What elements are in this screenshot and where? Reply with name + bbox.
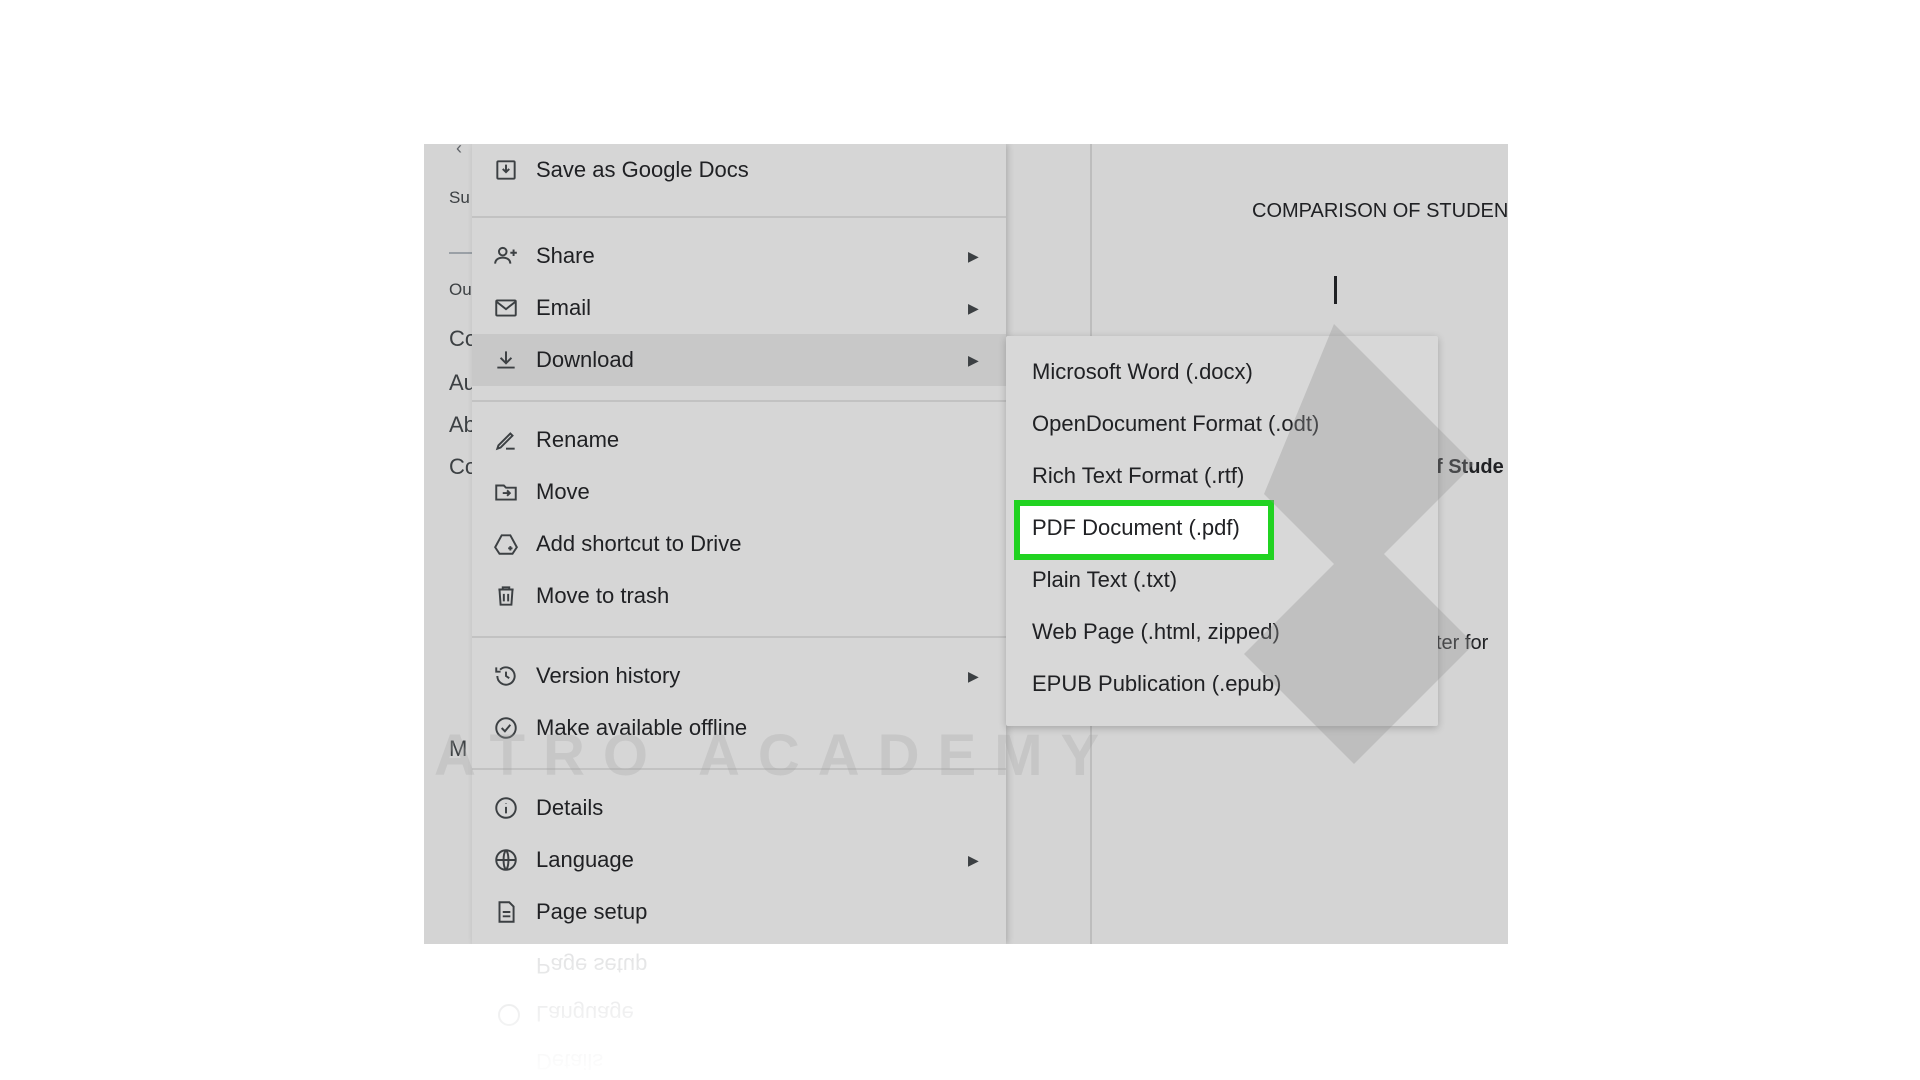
submenu-arrow-icon: ▶ [968, 299, 979, 316]
download-option-label: Microsoft Word (.docx) [1032, 359, 1253, 384]
app-screenshot: ‹ Su Ou Co Au Ab Co M COMPARISON OF STUD… [424, 144, 1508, 944]
menu-item-share[interactable]: Share ▶ [472, 230, 1006, 282]
download-option-pdf[interactable]: PDF Document (.pdf) [1006, 500, 1438, 560]
menu-item-label: Share [536, 243, 595, 268]
menu-item-add-shortcut[interactable]: Add shortcut to Drive [472, 518, 1006, 570]
menu-separator [472, 636, 1006, 638]
menu-item-page-setup[interactable]: Page setup [472, 886, 1006, 938]
download-option-txt[interactable]: Plain Text (.txt) [1006, 554, 1438, 606]
menu-item-make-available-offline[interactable]: Make available offline [472, 702, 1006, 754]
save-docs-icon [492, 156, 520, 184]
menu-item-save-as-google-docs[interactable]: Save as Google Docs [472, 144, 1006, 196]
download-option-epub[interactable]: EPUB Publication (.epub) [1006, 658, 1438, 710]
rename-pencil-icon [492, 426, 520, 454]
menu-item-download[interactable]: Download ▶ [472, 334, 1006, 386]
globe-icon [492, 846, 520, 874]
menu-item-label: Details [536, 795, 604, 820]
drive-shortcut-icon [492, 530, 520, 558]
menu-item-label: Page setup [536, 899, 648, 924]
move-folder-icon [492, 478, 520, 506]
menu-item-label: Email [536, 295, 592, 320]
document-text-fragment: ter for [1436, 632, 1489, 654]
menu-item-language[interactable]: Language ▶ [472, 834, 1006, 886]
text-cursor [1334, 276, 1337, 304]
menu-separator [472, 400, 1006, 402]
menu-item-label: Rename [536, 427, 620, 452]
reflection-fade [424, 944, 1508, 1080]
info-icon [492, 794, 520, 822]
menu-item-move[interactable]: Move [472, 466, 1006, 518]
submenu-arrow-icon: ▶ [968, 351, 979, 368]
back-chevron-icon[interactable]: ‹ [456, 144, 462, 159]
outline-divider [449, 252, 473, 254]
download-option-label: Rich Text Format (.rtf) [1032, 463, 1245, 488]
menu-item-label: Move to trash [536, 583, 670, 608]
envelope-icon [492, 294, 520, 322]
menu-item-label: Version history [536, 663, 681, 688]
menu-item-email[interactable]: Email ▶ [472, 282, 1006, 334]
download-option-rtf[interactable]: Rich Text Format (.rtf) [1006, 450, 1438, 502]
download-option-label: Plain Text (.txt) [1032, 567, 1178, 592]
submenu-arrow-icon: ▶ [968, 667, 979, 684]
download-option-label: EPUB Publication (.epub) [1032, 671, 1282, 696]
share-person-icon [492, 242, 520, 270]
file-menu: Save as Google Docs Share ▶ Email ▶ Down… [472, 144, 1006, 944]
menu-item-version-history[interactable]: Version history ▶ [472, 650, 1006, 702]
download-submenu: Microsoft Word (.docx) OpenDocument Form… [1006, 336, 1438, 726]
download-option-odt[interactable]: OpenDocument Format (.odt) [1006, 398, 1438, 450]
screenshot-reflection: Page setup Language Details [424, 944, 1508, 1080]
page-icon [492, 898, 520, 926]
download-option-label: PDF Document (.pdf) [1032, 515, 1240, 540]
download-option-label: Web Page (.html, zipped) [1032, 619, 1280, 644]
document-title: COMPARISON OF STUDEN [1252, 200, 1508, 222]
offline-check-icon [492, 714, 520, 742]
menu-item-move-to-trash[interactable]: Move to trash [472, 570, 1006, 622]
menu-item-label: Language [536, 847, 634, 872]
download-option-html[interactable]: Web Page (.html, zipped) [1006, 606, 1438, 658]
menu-item-details[interactable]: Details [472, 782, 1006, 834]
menu-item-label: Add shortcut to Drive [536, 531, 742, 556]
download-option-docx[interactable]: Microsoft Word (.docx) [1006, 346, 1438, 398]
submenu-arrow-icon: ▶ [968, 851, 979, 868]
menu-item-label: Make available offline [536, 715, 748, 740]
menu-separator [472, 768, 1006, 770]
download-icon [492, 346, 520, 374]
menu-item-label: Download [536, 347, 634, 372]
trash-icon [492, 582, 520, 610]
menu-item-label: Move [536, 479, 590, 504]
history-icon [492, 662, 520, 690]
download-option-label: OpenDocument Format (.odt) [1032, 411, 1320, 436]
menu-separator [472, 216, 1006, 218]
menu-item-rename[interactable]: Rename [472, 414, 1006, 466]
submenu-arrow-icon: ▶ [968, 247, 979, 264]
document-heading-fragment: f Stude [1436, 456, 1504, 478]
menu-item-label: Save as Google Docs [536, 157, 749, 182]
